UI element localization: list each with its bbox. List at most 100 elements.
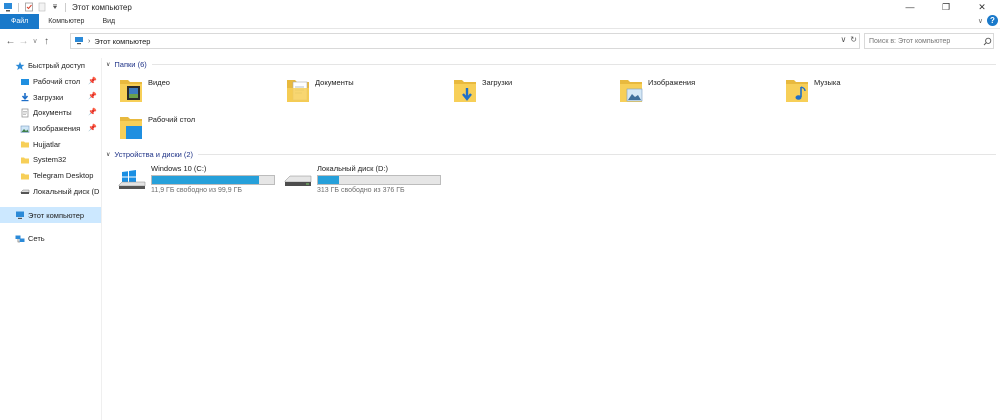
documents-folder-icon [287,80,309,102]
pin-icon[interactable]: 📌 [88,108,97,116]
window-controls: — ❐ ✕ [892,0,1000,14]
desktop-folder-icon [120,117,142,139]
pictures-icon [20,124,30,134]
drive-c[interactable]: Windows 10 (C:) 11,9 ГБ свободно из 99,9… [118,164,288,196]
nav-local-disk-d[interactable]: Локальный диск (D [0,184,101,200]
nav-this-pc[interactable]: Этот компьютер [0,207,101,223]
pictures-folder-icon [620,80,643,102]
pin-icon[interactable]: 📌 [88,124,97,132]
minimize-button[interactable]: — [892,0,928,14]
nav-label: Hujjatlar [33,139,61,149]
nav-downloads[interactable]: Загрузки 📌 [0,89,101,105]
nav-documents[interactable]: Документы 📌 [0,105,101,121]
nav-network[interactable]: Сеть [0,231,101,247]
search-input[interactable]: Поиск в: Этот компьютер [869,38,981,45]
close-button[interactable]: ✕ [964,0,1000,14]
address-path[interactable]: Этот компьютер [94,37,150,46]
back-button[interactable]: ← [4,36,17,47]
tab-file[interactable]: Файл [0,13,40,29]
tab-view[interactable]: Вид [93,14,124,29]
group-divider [198,153,996,155]
music-folder-icon [786,80,808,102]
drive-name: Windows 10 (C:) [151,164,207,173]
group-title: Устройства и диски (2) [114,149,194,159]
nav-label: Этот компьютер [28,210,85,220]
properties-icon[interactable] [24,2,34,12]
refresh-icon[interactable]: ↻ [850,35,857,44]
nav-label: Telegram Desktop [33,171,94,181]
folder-music[interactable]: Музыка [784,76,944,110]
group-title: Папки (6) [114,59,147,69]
address-tools: ∨ ↻ [840,35,857,44]
folder-icon [20,171,30,181]
title-bar: Этот компьютер — ❐ ✕ [0,0,1000,14]
ribbon-right-controls: ∨ ? [978,15,998,26]
folder-label: Музыка [814,78,841,87]
recent-locations-icon[interactable]: ∨ [30,37,40,45]
collapse-chevron-icon[interactable]: ∨ [106,151,110,158]
drive-usage-fill [318,176,339,184]
navigation-pane: Быстрый доступ Рабочий стол 📌 Загрузки 📌… [0,58,102,420]
pin-icon[interactable]: 📌 [88,92,97,100]
folder-downloads[interactable]: Загрузки [452,76,612,110]
quick-access-toolbar [0,2,68,12]
toolbar-divider [18,2,19,12]
folder-label: Документы [315,78,354,87]
address-row: ← → ∨ ↑ › Этот компьютер ∨ ↻ Поиск в: Эт… [0,32,1000,50]
window-title: Этот компьютер [72,2,132,12]
folder-video[interactable]: Видео [118,76,278,110]
video-folder-icon [120,80,142,102]
this-pc-icon [74,36,84,47]
group-divider [151,63,996,65]
nav-label: Рабочий стол [33,77,81,87]
folder-icon [20,139,30,149]
forward-button[interactable]: → [17,36,30,47]
new-folder-icon[interactable] [37,2,47,12]
folders-group-header[interactable]: ∨ Папки (6) [106,58,996,70]
tab-computer[interactable]: Компьютер [39,14,93,29]
content-area: ∨ Папки (6) Видео Документы Загрузки Изо… [104,58,1000,420]
nav-label: Изображения [33,124,81,134]
windows-drive-icon [118,170,146,189]
folder-pictures[interactable]: Изображения [618,76,778,110]
expand-ribbon-icon[interactable]: ∨ [978,17,983,25]
nav-label: System32 [33,155,67,165]
up-button[interactable]: ↑ [40,36,53,47]
folder-label: Видео [148,78,170,87]
search-box[interactable]: Поиск в: Этот компьютер [864,33,994,49]
drive-d[interactable]: Локальный диск (D:) 313 ГБ свободно из 3… [284,164,454,196]
folder-label: Рабочий стол [148,115,196,124]
breadcrumb-chevron-icon[interactable]: › [88,38,90,45]
drive-free-space: 11,9 ГБ свободно из 99,9 ГБ [151,187,242,194]
star-icon [15,61,25,71]
nav-label: Локальный диск (D [33,186,100,196]
local-drive-icon [284,175,312,186]
nav-pictures[interactable]: Изображения 📌 [0,121,101,137]
this-pc-icon[interactable] [3,2,13,12]
nav-label: Быстрый доступ [28,61,85,71]
nav-quick-access[interactable]: Быстрый доступ [0,58,101,74]
address-bar[interactable]: › Этот компьютер ∨ ↻ [70,33,860,49]
search-icon[interactable] [981,35,993,47]
pin-icon[interactable]: 📌 [88,77,97,85]
nav-folder-telegram[interactable]: Telegram Desktop [0,168,101,184]
folder-desktop[interactable]: Рабочий стол [118,113,278,147]
address-dropdown-icon[interactable]: ∨ [840,35,846,44]
documents-icon [20,108,30,118]
nav-desktop[interactable]: Рабочий стол 📌 [0,74,101,90]
maximize-button[interactable]: ❐ [928,0,964,14]
help-icon[interactable]: ? [987,15,998,26]
nav-label: Сеть [28,234,45,244]
customize-toolbar-icon[interactable] [50,2,60,12]
folder-documents[interactable]: Документы [285,76,445,110]
drives-group-header[interactable]: ∨ Устройства и диски (2) [106,148,996,160]
drive-free-space: 313 ГБ свободно из 376 ГБ [317,187,405,194]
nav-folder-system32[interactable]: System32 [0,152,101,168]
folder-icon [20,155,30,165]
download-icon [20,92,30,102]
collapse-chevron-icon[interactable]: ∨ [106,61,110,68]
nav-folder-hujjatlar[interactable]: Hujjatlar [0,136,101,152]
network-icon [15,234,25,244]
